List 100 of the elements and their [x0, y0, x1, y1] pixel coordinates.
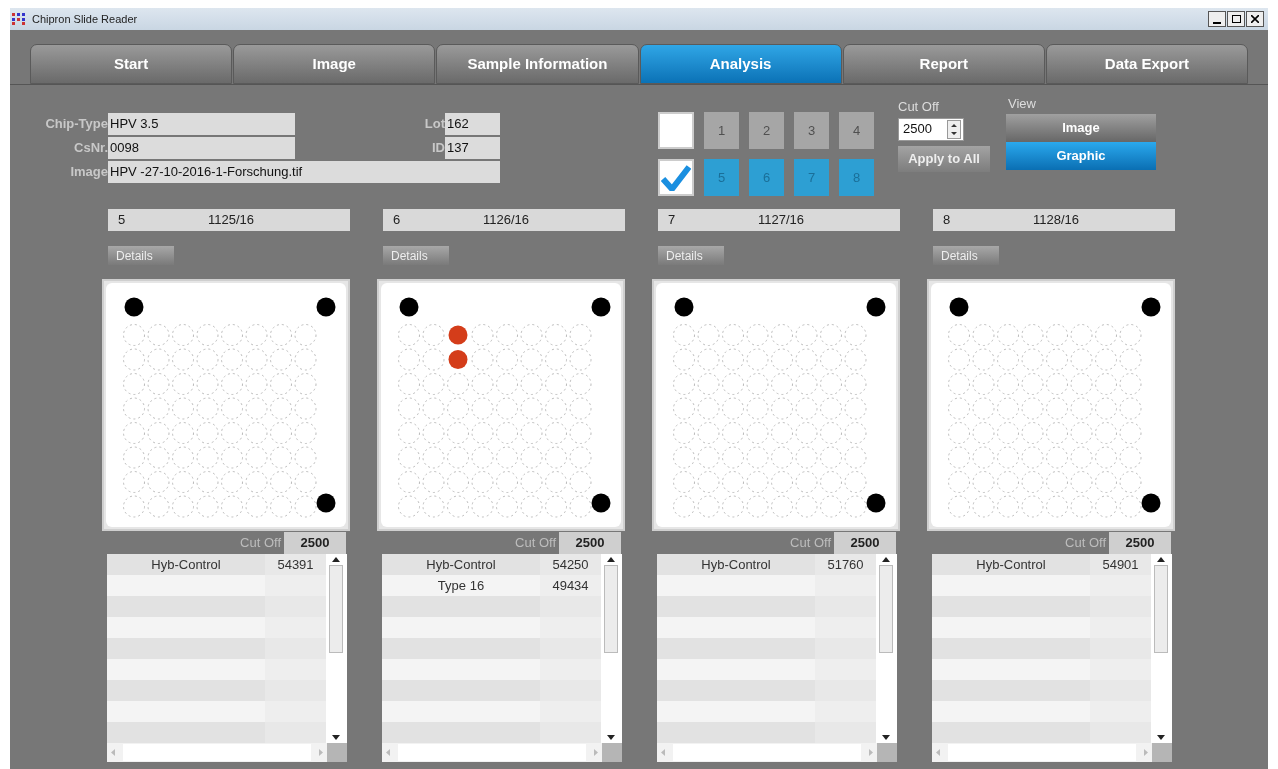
scrollbar-thumb[interactable] — [673, 744, 861, 761]
scroll-right-icon[interactable] — [594, 749, 598, 756]
sample-button[interactable]: 1 — [704, 112, 739, 149]
text-field[interactable]: 162 — [445, 113, 500, 135]
scrollbar-thumb[interactable] — [1154, 565, 1168, 653]
maximize-button[interactable] — [1227, 11, 1245, 27]
table-cell — [540, 596, 601, 617]
details-button[interactable]: Details — [933, 246, 999, 265]
table-cell — [1090, 659, 1151, 680]
scrollbar-corner — [877, 743, 897, 762]
sample-button[interactable]: 4 — [839, 112, 874, 149]
table-cell — [815, 680, 876, 701]
scroll-down-icon[interactable] — [882, 735, 890, 740]
scrollbar-thumb[interactable] — [398, 744, 586, 761]
scroll-down-icon[interactable] — [332, 735, 340, 740]
tab[interactable]: Sample Information — [436, 44, 639, 84]
horizontal-scrollbar[interactable] — [657, 743, 877, 762]
horizontal-scrollbar[interactable] — [932, 743, 1152, 762]
tab[interactable]: Image — [233, 44, 436, 84]
scroll-up-icon[interactable] — [332, 557, 340, 562]
tab[interactable]: Data Export — [1045, 44, 1249, 84]
tab[interactable]: Analysis — [639, 44, 842, 84]
scroll-down-icon[interactable] — [607, 735, 615, 740]
view-toggle-button[interactable]: Graphic — [1006, 141, 1156, 170]
scrollbar-thumb[interactable] — [123, 744, 311, 761]
table-cell: Hyb-Control — [382, 554, 540, 575]
horizontal-scrollbar[interactable] — [382, 743, 602, 762]
table-cell: Hyb-Control — [932, 554, 1090, 575]
scrollbar-thumb[interactable] — [879, 565, 893, 653]
table-cell: Hyb-Control — [657, 554, 815, 575]
table-cell — [540, 722, 601, 743]
cut-off-spinner[interactable]: 2500 — [898, 117, 964, 141]
scroll-left-icon[interactable] — [386, 749, 390, 756]
cut-off-label: Cut Off — [515, 534, 556, 553]
sample-number: 6 — [393, 211, 402, 230]
tab[interactable]: Report — [842, 44, 1045, 84]
checkbox[interactable] — [658, 159, 694, 196]
view-toggle-button[interactable]: Image — [1006, 113, 1156, 142]
sample-button[interactable]: 8 — [839, 159, 874, 196]
app-logo-icon — [12, 13, 26, 25]
sample-code: 1126/16 — [483, 211, 530, 230]
sample-button[interactable]: 3 — [794, 112, 829, 149]
scrollbar-corner — [602, 743, 622, 762]
scrollbar-thumb[interactable] — [948, 744, 1136, 761]
sample-code: 1125/16 — [208, 211, 255, 230]
scroll-left-icon[interactable] — [111, 749, 115, 756]
cut-off-value: 2500 — [559, 532, 621, 554]
table-cell — [1090, 596, 1151, 617]
details-button[interactable]: Details — [108, 246, 174, 265]
scroll-up-icon[interactable] — [882, 557, 890, 562]
cut-off-value: 2500 — [1109, 532, 1171, 554]
minimize-icon — [1213, 22, 1221, 24]
scroll-left-icon[interactable] — [661, 749, 665, 756]
vertical-scrollbar[interactable] — [876, 554, 896, 743]
text-field[interactable]: 0098 — [108, 137, 295, 159]
table-cell — [540, 659, 601, 680]
table-cell: 54391 — [265, 554, 326, 575]
minimize-button[interactable] — [1208, 11, 1226, 27]
scroll-up-icon[interactable] — [1157, 557, 1165, 562]
horizontal-scrollbar[interactable] — [107, 743, 327, 762]
table-cell — [265, 596, 326, 617]
scroll-right-icon[interactable] — [869, 749, 873, 756]
sample-code: 1127/16 — [758, 211, 805, 230]
tab[interactable]: Start — [30, 44, 233, 84]
sample-button[interactable]: 2 — [749, 112, 784, 149]
details-button[interactable]: Details — [383, 246, 449, 265]
vertical-scrollbar[interactable] — [601, 554, 621, 743]
field-label: CsNr. — [73, 139, 108, 158]
close-icon — [1251, 15, 1259, 23]
scroll-left-icon[interactable] — [936, 749, 940, 756]
close-button[interactable] — [1246, 11, 1264, 27]
table-cell — [540, 701, 601, 722]
scroll-up-icon[interactable] — [607, 557, 615, 562]
table-cell — [540, 680, 601, 701]
scroll-right-icon[interactable] — [319, 749, 323, 756]
table-cell: 51760 — [815, 554, 876, 575]
table-cell — [265, 680, 326, 701]
table-cell — [815, 638, 876, 659]
checkbox[interactable] — [658, 112, 694, 149]
details-button[interactable]: Details — [658, 246, 724, 265]
text-field[interactable]: HPV 3.5 — [108, 113, 295, 135]
scrollbar-thumb[interactable] — [329, 565, 343, 653]
vertical-scrollbar[interactable] — [326, 554, 346, 743]
table-cell — [1090, 701, 1151, 722]
cut-off-label: Cut Off — [240, 534, 281, 553]
scrollbar-thumb[interactable] — [604, 565, 618, 653]
cut-off-label: Cut Off — [898, 98, 940, 116]
spinner-arrows-icon[interactable] — [947, 119, 961, 139]
apply-to-all-button[interactable]: Apply to All — [898, 145, 990, 172]
sample-number: 7 — [668, 211, 677, 230]
text-field[interactable]: 137 — [445, 137, 500, 159]
cut-off-label: Cut Off — [1065, 534, 1106, 553]
table-cell — [265, 659, 326, 680]
table-cell: 49434 — [540, 575, 601, 596]
sample-button[interactable]: 6 — [749, 159, 784, 196]
scroll-down-icon[interactable] — [1157, 735, 1165, 740]
table-cell — [265, 722, 326, 743]
vertical-scrollbar[interactable] — [1151, 554, 1171, 743]
scroll-right-icon[interactable] — [1144, 749, 1148, 756]
text-field[interactable]: HPV -27-10-2016-1-Forschung.tif — [108, 161, 500, 183]
